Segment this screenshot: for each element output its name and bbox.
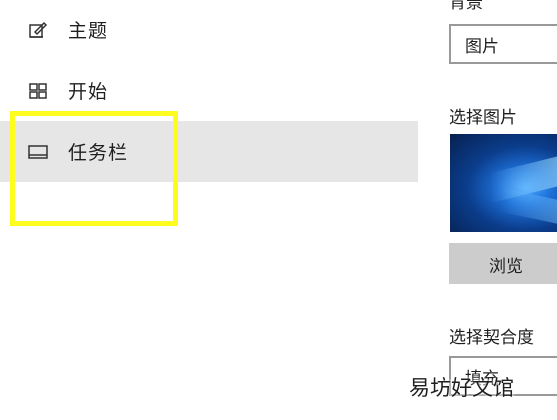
browse-button[interactable]: 浏览 [449,243,557,284]
watermark: 易坊好文馆 [409,376,514,400]
nav-item-theme[interactable]: 主题 [0,0,418,60]
background-dropdown-value: 图片 [465,37,499,57]
browse-button-label: 浏览 [489,257,523,277]
nav-item-label: 开始 [68,81,109,103]
background-label: 背景 [449,0,483,13]
background-dropdown[interactable]: 图片 [449,24,557,64]
choose-fit-label: 选择契合度 [449,328,534,348]
choose-picture-label: 选择图片 [449,108,517,128]
settings-panel: 背景 图片 选择图片 浏览 选择契合度 填充 [449,0,557,420]
nav-item-label: 主题 [68,20,109,42]
theme-icon [27,19,49,41]
wallpaper-preview [450,134,557,232]
highlight-annotation [10,111,178,226]
start-layout-icon [27,80,49,102]
